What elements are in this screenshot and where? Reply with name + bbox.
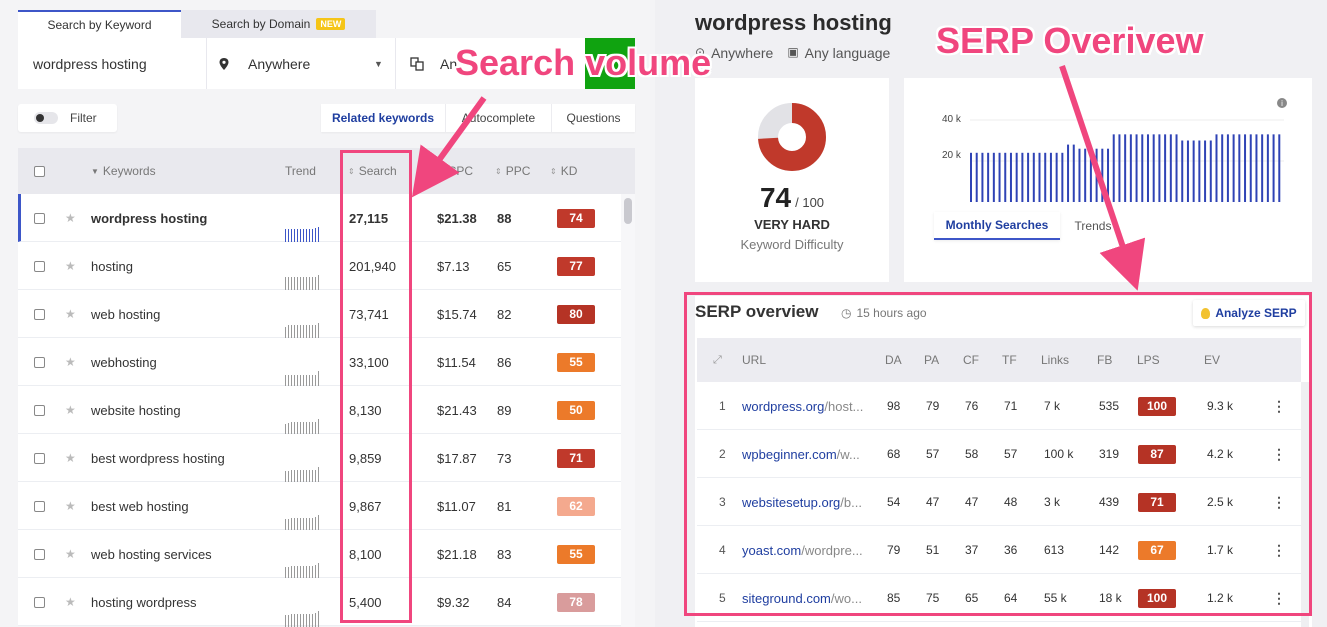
annotation-arrows [411,65,1146,291]
arrow-serp-overview [1059,65,1146,291]
arrow-search-volume [411,96,487,198]
annotation-serp-overview: SERP Overivew [936,20,1204,61]
annotation-search-volume: Search volume [455,42,712,83]
